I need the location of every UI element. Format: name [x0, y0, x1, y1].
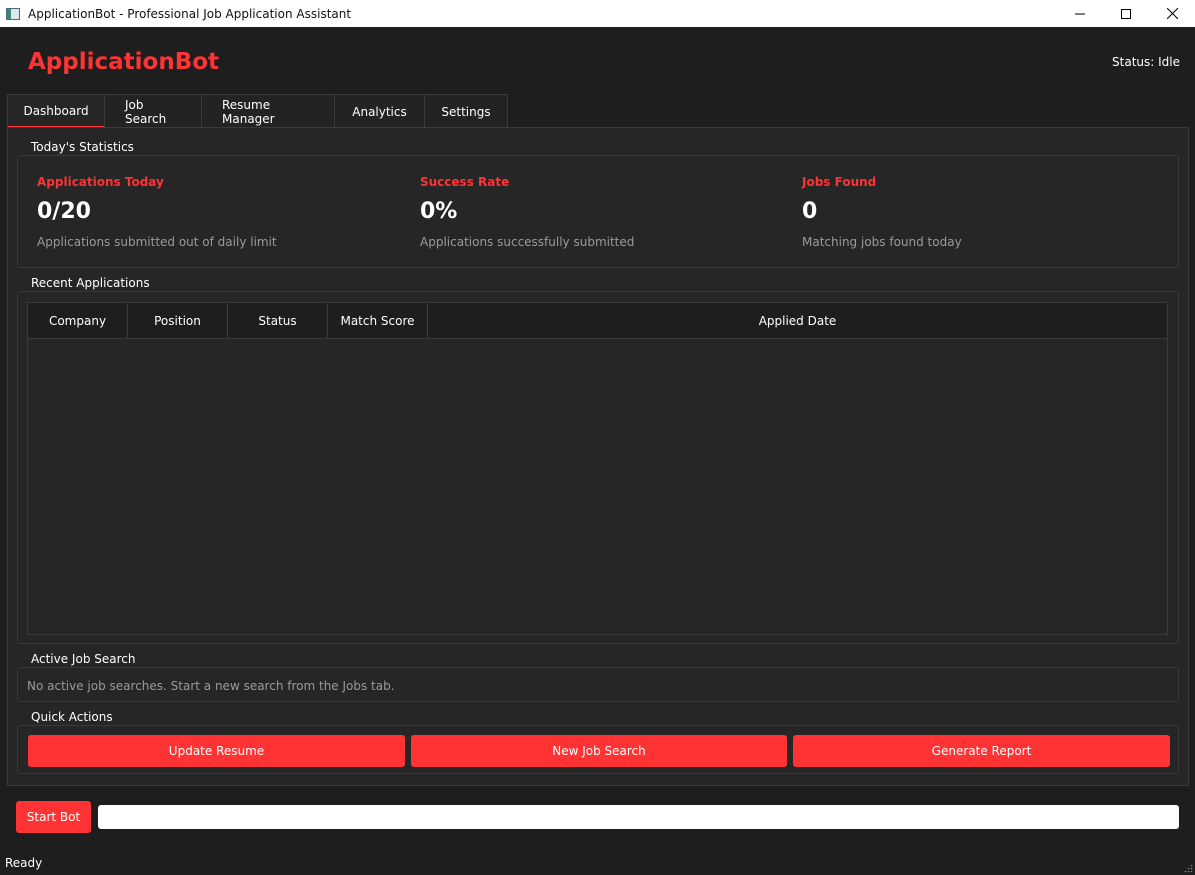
app-header: ApplicationBot Status: Idle — [0, 27, 1195, 93]
main-tabs: Dashboard Job Search Resume Manager Anal… — [7, 94, 508, 128]
recent-applications-title: Recent Applications — [31, 276, 150, 290]
tab-dashboard[interactable]: Dashboard — [7, 94, 105, 128]
applications-table[interactable]: Company Position Status Match Score Appl… — [27, 302, 1168, 635]
maximize-icon — [1121, 8, 1131, 19]
minimize-button[interactable] — [1057, 0, 1103, 27]
close-button[interactable] — [1149, 0, 1195, 27]
tab-job-search[interactable]: Job Search — [104, 94, 202, 128]
column-header-applied-date[interactable]: Applied Date — [428, 303, 1167, 339]
start-bot-button[interactable]: Start Bot — [16, 801, 91, 833]
new-job-search-button[interactable]: New Job Search — [411, 735, 787, 767]
tab-analytics[interactable]: Analytics — [334, 94, 425, 128]
dashboard-panel: Today's Statistics Applications Today 0/… — [7, 127, 1189, 786]
column-header-company[interactable]: Company — [28, 303, 128, 339]
window-titlebar[interactable]: ApplicationBot - Professional Job Applic… — [0, 0, 1195, 27]
app-window-icon — [6, 7, 20, 20]
stat-value: 0 — [802, 199, 818, 224]
column-header-status[interactable]: Status — [228, 303, 328, 339]
progress-bar — [98, 805, 1179, 829]
stats-section-title: Today's Statistics — [31, 140, 134, 154]
stat-label: Success Rate — [420, 175, 510, 189]
table-header: Company Position Status Match Score Appl… — [28, 303, 1167, 339]
minimize-icon — [1075, 13, 1085, 14]
bot-status-label: Status: Idle — [1112, 55, 1180, 69]
window-controls — [1057, 0, 1195, 27]
update-resume-button[interactable]: Update Resume — [28, 735, 405, 767]
quick-actions-title: Quick Actions — [31, 710, 113, 724]
generate-report-button[interactable]: Generate Report — [793, 735, 1170, 767]
tab-settings[interactable]: Settings — [424, 94, 508, 128]
window-title: ApplicationBot - Professional Job Applic… — [28, 6, 352, 21]
stat-value: 0% — [420, 199, 458, 224]
tab-resume-manager[interactable]: Resume Manager — [201, 94, 335, 128]
active-search-group: No active job searches. Start a new sear… — [17, 667, 1179, 702]
app-logo: ApplicationBot — [28, 49, 220, 75]
maximize-button[interactable] — [1103, 0, 1149, 27]
status-bar-text: Ready — [5, 856, 43, 870]
resize-grip-icon[interactable] — [1183, 863, 1193, 873]
close-icon — [1166, 8, 1178, 19]
quick-actions-group: Update Resume New Job Search Generate Re… — [17, 725, 1179, 774]
column-header-position[interactable]: Position — [128, 303, 228, 339]
recent-applications-group: Company Position Status Match Score Appl… — [17, 291, 1179, 644]
column-header-match-score[interactable]: Match Score — [328, 303, 428, 339]
active-search-message: No active job searches. Start a new sear… — [27, 679, 395, 693]
stat-label: Jobs Found — [802, 175, 877, 189]
stat-label: Applications Today — [37, 175, 164, 189]
active-search-title: Active Job Search — [31, 652, 136, 666]
stat-value: 0/20 — [37, 199, 91, 224]
stat-description: Matching jobs found today — [802, 235, 962, 249]
stat-description: Applications submitted out of daily limi… — [37, 235, 277, 249]
stat-description: Applications successfully submitted — [420, 235, 635, 249]
stats-group: Applications Today 0/20 Applications sub… — [17, 155, 1179, 268]
